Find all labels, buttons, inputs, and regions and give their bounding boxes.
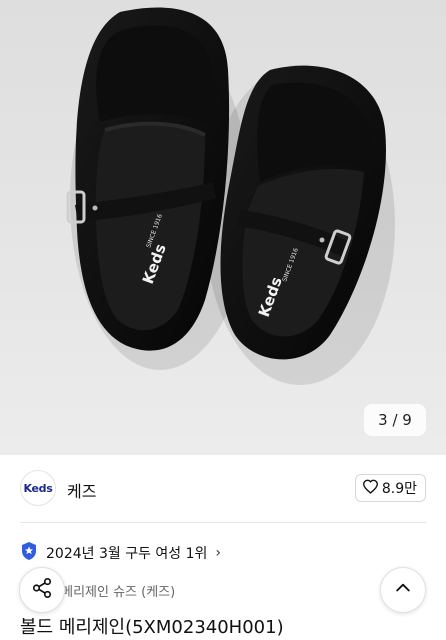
breadcrumb-item-subcategory[interactable]: 메리제인 슈즈 (케즈) [61,581,175,600]
chevron-up-icon [393,578,413,602]
scroll-to-top-button[interactable] [380,567,426,613]
brand-name-link[interactable]: 케즈 [67,478,96,502]
like-count: 8.9만 [381,481,417,497]
product-title: 볼드 메리제인(5XM02340H001) [20,617,284,638]
left-shoe: Keds SINCE 1916 [66,7,230,351]
product-photo: Keds SINCE 1916 Keds SINCE 1916 [66,7,395,385]
ranking-badge-icon [20,541,38,565]
ranking-text: 2024년 3월 구두 여성 1위 [46,546,208,562]
chevron-right-icon: › [215,545,222,561]
brand-logo[interactable]: Keds [20,470,56,506]
brand-row: Keds 케즈 8.9만 [0,466,446,516]
like-button[interactable]: 8.9만 [354,474,426,502]
divider [20,522,426,523]
product-image-gallery[interactable]: Keds SINCE 1916 Keds SINCE 1916 3 / 9 [0,0,446,455]
image-counter: 3 / 9 [364,404,426,436]
share-icon [31,577,53,603]
share-button[interactable] [19,567,65,613]
brand-logo-text: Keds [23,481,53,495]
ranking-link[interactable]: 2024년 3월 구두 여성 1위 › [20,542,221,564]
heart-icon [362,479,379,498]
